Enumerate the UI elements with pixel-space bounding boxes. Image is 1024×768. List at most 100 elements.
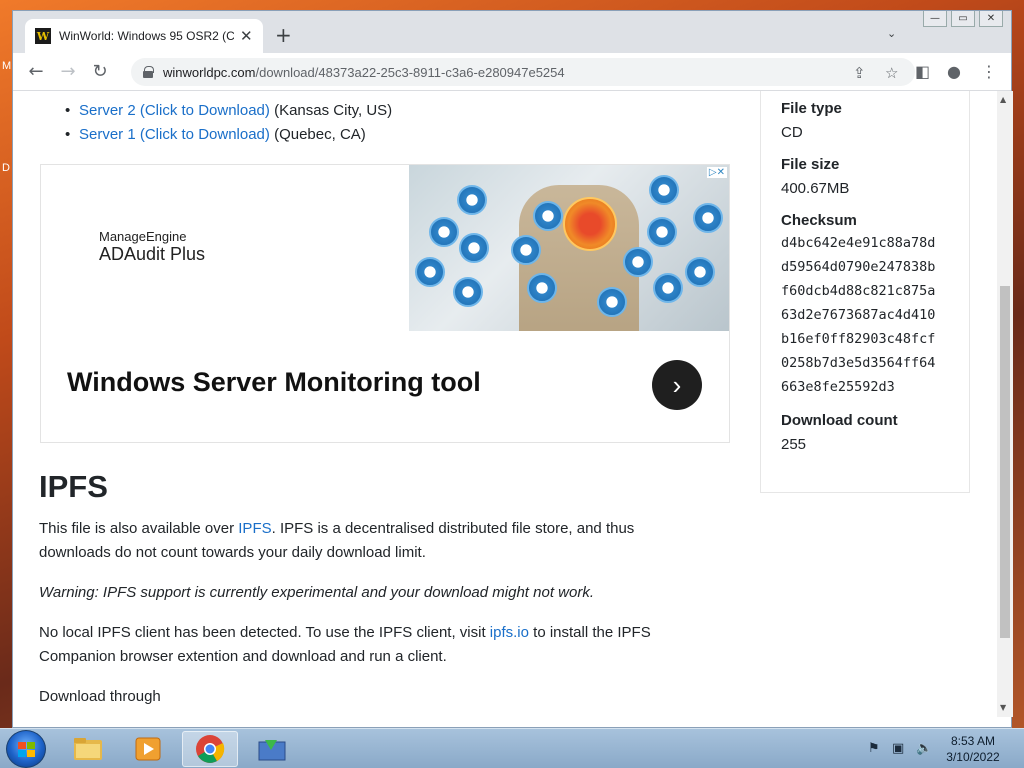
download-count-value: 255	[781, 436, 807, 453]
profile-avatar-icon[interactable]: ●	[947, 62, 961, 81]
maximize-icon[interactable]: ▭	[951, 11, 975, 27]
windows-flag-icon	[18, 742, 36, 758]
media-player-taskbar-button[interactable]	[120, 731, 176, 767]
tab-title: WinWorld: Windows 95 OSR2 (C	[59, 29, 234, 43]
checksum-line: 663e8fe25592d3	[781, 379, 895, 395]
network-node-icon	[649, 175, 679, 205]
checksum-section: Checksum d4bc642e4e91c88a78d d59564d0790…	[781, 211, 935, 399]
chrome-icon	[196, 735, 225, 763]
ad-brand-big: ADAudit Plus	[99, 244, 206, 264]
url-path: /download/48373a22-25c3-8911-c3a6-e28094…	[255, 64, 565, 80]
address-bar[interactable]: winworldpc.com/download/48373a22-25c3-89…	[131, 58, 915, 86]
network-node-icon	[511, 235, 541, 265]
ad-brand-logo: ManageEngine ADAudit Plus	[99, 229, 205, 265]
scroll-up-icon[interactable]: ▲	[1000, 95, 1006, 104]
network-node-icon	[653, 273, 683, 303]
network-node-icon	[685, 257, 715, 287]
reload-icon[interactable]: ↻	[89, 61, 111, 82]
title-bar: W WinWorld: Windows 95 OSR2 (C ✕ + ⌄ — ▭…	[13, 11, 1011, 53]
folder-icon	[74, 738, 102, 760]
windows-taskbar: ⚑ ▣ 🔈 8:53 AM 3/10/2022	[0, 728, 1024, 768]
chrome-taskbar-button[interactable]	[182, 731, 238, 767]
tab-close-icon[interactable]: ✕	[240, 27, 253, 45]
checksum-line: f60dcb4d88c821c875a	[781, 283, 936, 299]
network-node-icon	[429, 217, 459, 247]
taskbar-clock[interactable]: 8:53 AM 3/10/2022	[938, 733, 1008, 765]
network-node-icon	[647, 217, 677, 247]
lock-icon[interactable]	[143, 66, 154, 78]
scroll-down-icon[interactable]: ▼	[1000, 703, 1006, 712]
action-center-flag-icon[interactable]: ⚑	[868, 741, 880, 756]
start-button[interactable]	[6, 730, 46, 768]
forward-arrow-icon[interactable]: →	[57, 61, 79, 82]
ipfs-warning: Warning: IPFS support is currently exper…	[39, 584, 594, 601]
volume-icon[interactable]: 🔈	[916, 741, 932, 756]
file-info-sidebar: File type CD File size 400.67MB Checksum…	[760, 91, 970, 493]
minimize-icon[interactable]: —	[923, 11, 947, 27]
server-1-download-link[interactable]: Server 1 (Click to Download)	[79, 126, 270, 143]
file-size-value: 400.67MB	[781, 180, 850, 197]
ipfs-link[interactable]: IPFS	[238, 520, 271, 537]
installer-icon	[258, 740, 286, 761]
page-content: Server 2 (Click to Download) (Kansas Cit…	[13, 91, 997, 717]
vertical-scrollbar[interactable]: ▲ ▼	[997, 91, 1013, 717]
ipfs-io-link[interactable]: ipfs.io	[490, 624, 529, 641]
desktop-icon-label: M	[2, 60, 12, 72]
file-size-section: File size 400.67MB	[781, 155, 849, 201]
server-location: (Quebec, CA)	[274, 126, 366, 143]
adchoices-icon[interactable]: ▷✕	[706, 167, 727, 178]
winworld-favicon-icon: W	[35, 28, 51, 44]
browser-window: W WinWorld: Windows 95 OSR2 (C ✕ + ⌄ — ▭…	[12, 10, 1013, 728]
checksum-line: d59564d0790e247838b	[781, 259, 936, 275]
file-type-section: File type CD	[781, 99, 842, 145]
ipfs-intro-paragraph: This file is also available over IPFS. I…	[39, 517, 699, 565]
hacker-node-icon	[563, 197, 617, 251]
network-node-icon	[623, 247, 653, 277]
clock-time: 8:53 AM	[950, 734, 996, 748]
ad-brand-small: ManageEngine	[99, 229, 187, 244]
ipfs-client-text: No local IPFS client has been detected. …	[39, 624, 490, 641]
network-node-icon	[693, 203, 723, 233]
checksum-line: 63d2e7673687ac4d410	[781, 307, 936, 323]
server-2-download-link[interactable]: Server 2 (Click to Download)	[79, 102, 270, 119]
checksum-label: Checksum	[781, 212, 857, 229]
list-item: Server 1 (Click to Download) (Quebec, CA…	[65, 123, 392, 147]
menu-kebab-icon[interactable]: ⋮	[981, 62, 997, 81]
url-host: winworldpc.com	[163, 64, 256, 80]
installer-taskbar-button[interactable]	[244, 731, 300, 767]
checksum-line: b16ef0ff82903c48fcf	[781, 331, 936, 347]
share-icon[interactable]: ⇪	[853, 64, 866, 82]
advertisement-banner[interactable]: ManageEngine ADAudit Plus ▷✕ Windows Ser…	[40, 164, 730, 443]
checksum-line: 0258b7d3e5d3564ff64	[781, 355, 936, 371]
browser-tab[interactable]: W WinWorld: Windows 95 OSR2 (C ✕	[25, 19, 263, 53]
network-node-icon	[415, 257, 445, 287]
clock-date: 3/10/2022	[946, 750, 1000, 764]
network-node-icon	[597, 287, 627, 317]
close-window-icon[interactable]: ✕	[979, 11, 1003, 27]
ipfs-heading: IPFS	[39, 469, 108, 504]
file-type-value: CD	[781, 124, 803, 141]
tab-search-chevron-icon[interactable]: ⌄	[887, 27, 896, 40]
network-icon[interactable]: ▣	[892, 741, 904, 756]
list-item: Server 2 (Click to Download) (Kansas Cit…	[65, 99, 393, 123]
network-node-icon	[527, 273, 557, 303]
ipfs-intro-text: This file is also available over	[39, 520, 239, 537]
ad-chevron-right-icon[interactable]: ›	[652, 360, 702, 410]
ad-network-image: ▷✕	[409, 165, 729, 331]
file-size-label: File size	[781, 156, 840, 173]
server-location: (Kansas City, US)	[274, 102, 393, 119]
network-node-icon	[459, 233, 489, 263]
download-count-label: Download count	[781, 412, 898, 429]
ipfs-client-paragraph: No local IPFS client has been detected. …	[39, 621, 699, 669]
file-type-label: File type	[781, 100, 842, 117]
explorer-taskbar-button[interactable]	[60, 731, 116, 767]
download-count-section: Download count 255	[781, 411, 898, 457]
bookmark-star-icon[interactable]: ☆	[885, 64, 898, 82]
server-list: Server 2 (Click to Download) (Kansas Cit…	[65, 99, 393, 147]
back-arrow-icon[interactable]: ←	[25, 61, 47, 82]
network-node-icon	[457, 185, 487, 215]
media-player-icon	[135, 737, 161, 761]
side-panel-icon[interactable]: ◧	[915, 62, 930, 81]
new-tab-icon[interactable]: +	[275, 25, 292, 45]
scrollbar-thumb[interactable]	[1000, 286, 1010, 638]
